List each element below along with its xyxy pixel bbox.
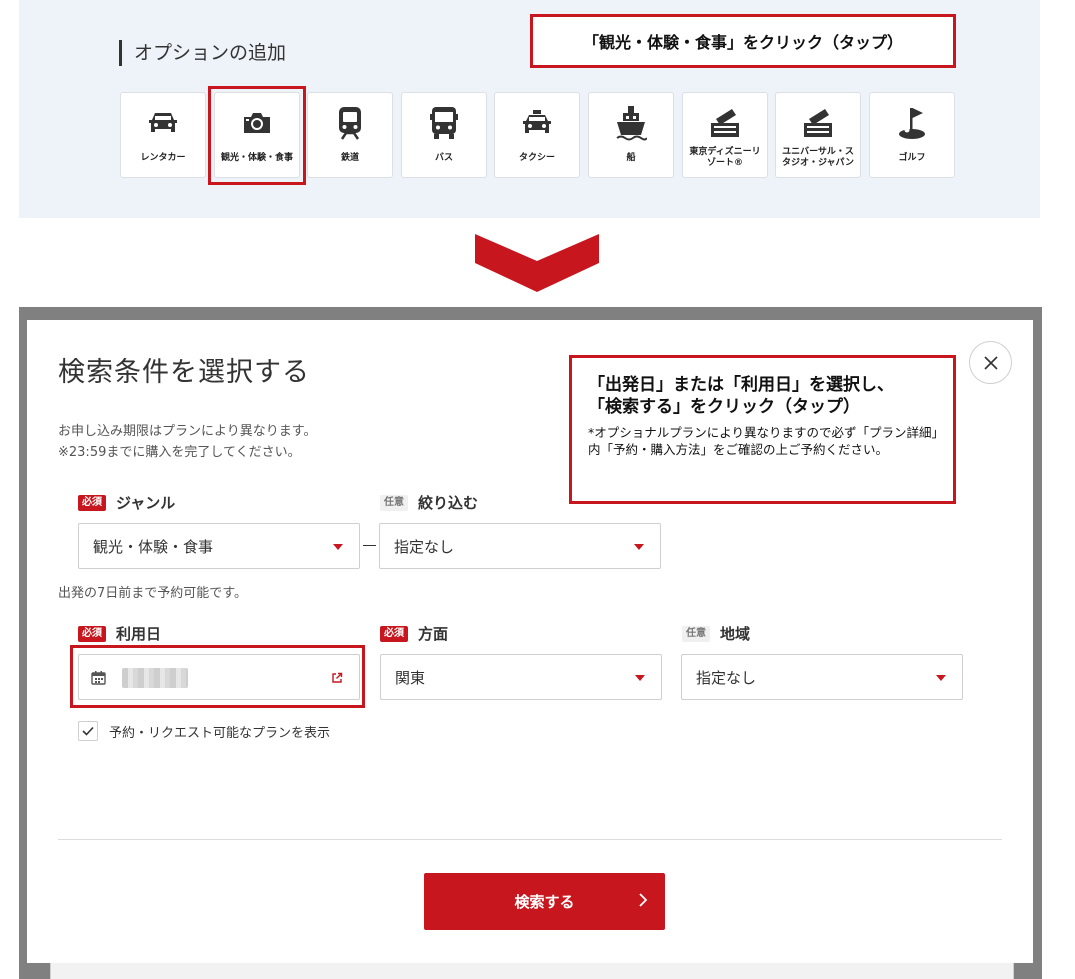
optional-badge: 任意 [380, 494, 408, 511]
dropdown-caret-icon [333, 544, 343, 550]
dropdown-caret-icon [635, 675, 645, 681]
option-label: 鉄道 [340, 152, 359, 163]
modal-background-sheet [50, 963, 1014, 979]
genre-label-text: ジャンル [116, 494, 176, 512]
option-tile-rental-car[interactable]: レンタカー [120, 92, 206, 178]
dropdown-caret-icon [936, 675, 946, 681]
car-icon [121, 105, 205, 141]
ticket-icon [683, 105, 767, 141]
option-tile-bus[interactable]: バス [401, 92, 487, 178]
direction-select[interactable]: 関東 [380, 654, 662, 700]
option-tile-universal-studios-japan[interactable]: ユニバーサル・スタジオ・ジャパン [775, 92, 861, 178]
use-date-label: 必須 利用日 [78, 623, 161, 644]
range-dash [363, 545, 376, 546]
option-label: 観光・体験・食事 [220, 152, 293, 163]
genre-value: 観光・体験・食事 [93, 537, 214, 556]
genre-select[interactable]: 観光・体験・食事 [78, 523, 360, 569]
options-title: オプションの追加 [119, 40, 286, 66]
checkmark-icon [82, 726, 94, 736]
option-label: タクシー [518, 152, 555, 163]
option-label: バス [434, 152, 453, 163]
available-plans-label: 予約・リクエスト可能なプランを表示 [109, 725, 331, 741]
option-label: ゴルフ [898, 152, 926, 163]
blurred-date-value [122, 668, 188, 688]
callout-line-1: 「出発日」または「利用日」を選択し、 [588, 375, 894, 395]
train-icon [308, 105, 392, 141]
instruction-callout-top: 「観光・体験・食事」をクリック（タップ） [530, 14, 956, 68]
direction-value: 関東 [395, 668, 426, 687]
required-badge: 必須 [78, 494, 106, 511]
taxi-icon [495, 105, 579, 141]
genre-label: 必須 ジャンル [78, 492, 175, 513]
golf-icon [870, 105, 954, 141]
callout-line-2: 「検索する」をクリック（タップ） [588, 397, 860, 417]
option-tile-tokyo-disney-resort[interactable]: 東京ディズニーリゾート® [682, 92, 768, 178]
available-plans-checkbox-row[interactable]: 予約・リクエスト可能なプランを表示 [78, 721, 330, 741]
close-icon [983, 355, 998, 370]
close-button[interactable] [969, 341, 1012, 384]
direction-label-text: 方面 [418, 625, 449, 643]
purchase-deadline-note: ※23:59までに購入を完了してください。 [58, 445, 301, 460]
calendar-icon [91, 671, 106, 685]
refine-label-text: 絞り込む [418, 494, 479, 512]
external-link-icon [332, 672, 343, 683]
available-plans-checkbox[interactable] [78, 721, 98, 741]
instruction-callout-middle: 「出発日」または「利用日」を選択し、 「検索する」をクリック（タップ） *オプシ… [569, 355, 956, 504]
callout-note: *オプショナルプランにより異なりますので必ず「プラン詳細」内「予約・購入方法」を… [588, 425, 945, 457]
required-badge: 必須 [380, 625, 408, 642]
region-label: 任意 地域 [682, 623, 750, 644]
region-label-text: 地域 [720, 625, 751, 643]
optional-badge: 任意 [682, 625, 710, 642]
refine-value: 指定なし [394, 537, 455, 556]
bus-icon [402, 105, 486, 141]
required-badge: 必須 [78, 625, 106, 642]
option-tile-golf[interactable]: ゴルフ [869, 92, 955, 178]
search-button[interactable]: 検索する [424, 873, 665, 930]
application-deadline-note: お申し込み期限はプランにより異なります。 [58, 424, 317, 439]
use-date-input[interactable] [78, 654, 360, 700]
chevron-down-icon [475, 234, 599, 292]
option-tile-taxi[interactable]: タクシー [494, 92, 580, 178]
use-date-label-text: 利用日 [116, 625, 162, 643]
option-tile-ship[interactable]: 船 [588, 92, 674, 178]
option-label: 東京ディズニーリゾート® [689, 147, 761, 168]
ship-icon [589, 105, 673, 141]
option-tile-railway[interactable]: 鉄道 [307, 92, 393, 178]
dropdown-caret-icon [634, 544, 644, 550]
search-button-label: 検索する [514, 893, 575, 911]
direction-label: 必須 方面 [380, 623, 448, 644]
chevron-right-icon [639, 893, 647, 907]
modal-title: 検索条件を選択する [58, 357, 310, 388]
option-label: 船 [626, 152, 636, 163]
region-select[interactable]: 指定なし [681, 654, 963, 700]
advance-booking-note: 出発の7日前まで予約可能です。 [58, 586, 247, 601]
ticket-icon [776, 105, 860, 141]
refine-select[interactable]: 指定なし [379, 523, 661, 569]
camera-icon [215, 105, 299, 141]
option-label: レンタカー [140, 152, 186, 163]
refine-label: 任意 絞り込む [380, 492, 478, 513]
option-tile-sightseeing[interactable]: 観光・体験・食事 [214, 92, 300, 178]
region-value: 指定なし [696, 668, 757, 687]
option-label: ユニバーサル・スタジオ・ジャパン [781, 147, 854, 168]
divider [58, 839, 1002, 840]
